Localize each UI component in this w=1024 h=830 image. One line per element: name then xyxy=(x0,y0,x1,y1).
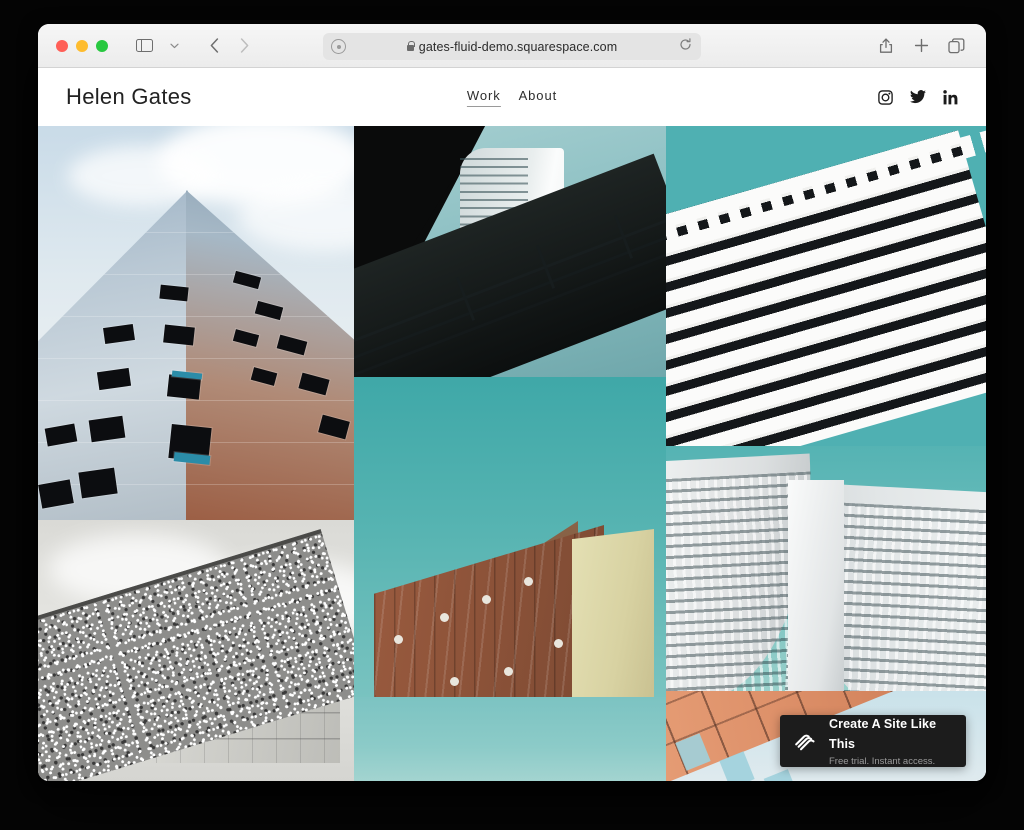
close-window-button[interactable] xyxy=(56,39,68,52)
banner-subtitle: Free trial. Instant access. xyxy=(829,756,936,768)
window-pane xyxy=(159,284,189,302)
url-text: gates-fluid-demo.squarespace.com xyxy=(418,39,618,54)
banner-text: Create A Site Like This Free trial. Inst… xyxy=(829,714,954,768)
linkedin-icon xyxy=(943,89,958,104)
address-bar[interactable]: gates-fluid-demo.squarespace.com xyxy=(323,33,701,60)
share-icon xyxy=(879,38,893,53)
gallery-tile-teal-sky[interactable] xyxy=(354,697,666,781)
gallery-tile-overpass[interactable] xyxy=(354,126,666,377)
toolbar-right-group xyxy=(872,33,974,59)
twitter-icon xyxy=(910,90,926,104)
tab-overview-icon xyxy=(947,37,964,53)
minimize-window-button[interactable] xyxy=(76,39,88,52)
gallery-tile-glass-tower[interactable] xyxy=(38,126,354,520)
cloud-shape xyxy=(68,146,218,206)
satellite-dish xyxy=(394,635,403,644)
window-pane xyxy=(88,415,126,443)
site-title[interactable]: Helen Gates xyxy=(66,84,192,110)
gallery-tile-brick-block[interactable] xyxy=(354,377,666,697)
social-link-instagram[interactable] xyxy=(878,89,893,105)
gallery-column-2 xyxy=(354,126,666,781)
page-settings-icon[interactable] xyxy=(331,39,346,54)
chevron-left-icon xyxy=(210,38,218,53)
plus-icon xyxy=(914,38,928,53)
new-tab-button[interactable] xyxy=(907,33,935,59)
gallery-tile-curved-tower[interactable] xyxy=(666,446,986,691)
forward-button[interactable] xyxy=(230,33,258,59)
share-button[interactable] xyxy=(872,33,900,59)
cream-end-wall-shape xyxy=(572,529,654,697)
squarespace-logo-icon xyxy=(792,728,818,754)
satellite-dish xyxy=(440,613,449,622)
squarespace-promo-banner[interactable]: Create A Site Like This Free trial. Inst… xyxy=(780,715,966,767)
tab-overview-button[interactable] xyxy=(942,33,970,59)
instagram-icon xyxy=(878,89,893,105)
site-header: Helen Gates Work About xyxy=(38,68,986,126)
browser-toolbar: gates-fluid-demo.squarespace.com xyxy=(38,24,986,68)
toolbar-left-group xyxy=(130,33,258,59)
sidebar-menu-button[interactable] xyxy=(160,33,188,59)
satellite-dish xyxy=(482,595,491,604)
url-display[interactable]: gates-fluid-demo.squarespace.com xyxy=(323,40,701,54)
window-pane xyxy=(763,769,799,781)
desktop-background: gates-fluid-demo.squarespace.com Helen G… xyxy=(0,0,1024,830)
nav-item-about[interactable]: About xyxy=(519,88,557,106)
sidebar-toggle-button[interactable] xyxy=(130,33,158,59)
tower-core-shape xyxy=(788,480,844,691)
window-pane xyxy=(163,324,195,346)
satellite-dish xyxy=(554,639,563,648)
gallery-tile-louvres[interactable] xyxy=(666,126,986,446)
gallery-column-1 xyxy=(38,126,354,781)
social-link-twitter[interactable] xyxy=(910,90,926,104)
banner-title: Create A Site Like This xyxy=(829,717,937,752)
gallery-tile-brutalist-bw[interactable] xyxy=(38,520,354,781)
chevron-down-icon xyxy=(169,43,179,48)
satellite-dish xyxy=(504,667,513,676)
sidebar-icon xyxy=(135,38,153,53)
reload-button[interactable] xyxy=(679,37,692,56)
main-navigation: Work About xyxy=(466,88,557,107)
gallery-column-3 xyxy=(666,126,986,781)
back-button[interactable] xyxy=(200,33,228,59)
browser-window: gates-fluid-demo.squarespace.com Helen G… xyxy=(38,24,986,781)
satellite-dish xyxy=(450,677,459,686)
window-pane xyxy=(78,467,118,499)
social-link-linkedin[interactable] xyxy=(943,89,958,105)
nav-item-work[interactable]: Work xyxy=(466,88,501,107)
reload-icon xyxy=(680,37,691,50)
brick-facade-shape xyxy=(374,525,604,697)
window-traffic-lights xyxy=(56,39,108,52)
zoom-window-button[interactable] xyxy=(96,39,108,52)
social-links xyxy=(878,89,958,105)
chevron-right-icon xyxy=(240,38,248,53)
satellite-dish xyxy=(524,577,533,586)
work-gallery: Create A Site Like This Free trial. Inst… xyxy=(38,126,986,781)
lock-icon xyxy=(406,40,415,51)
